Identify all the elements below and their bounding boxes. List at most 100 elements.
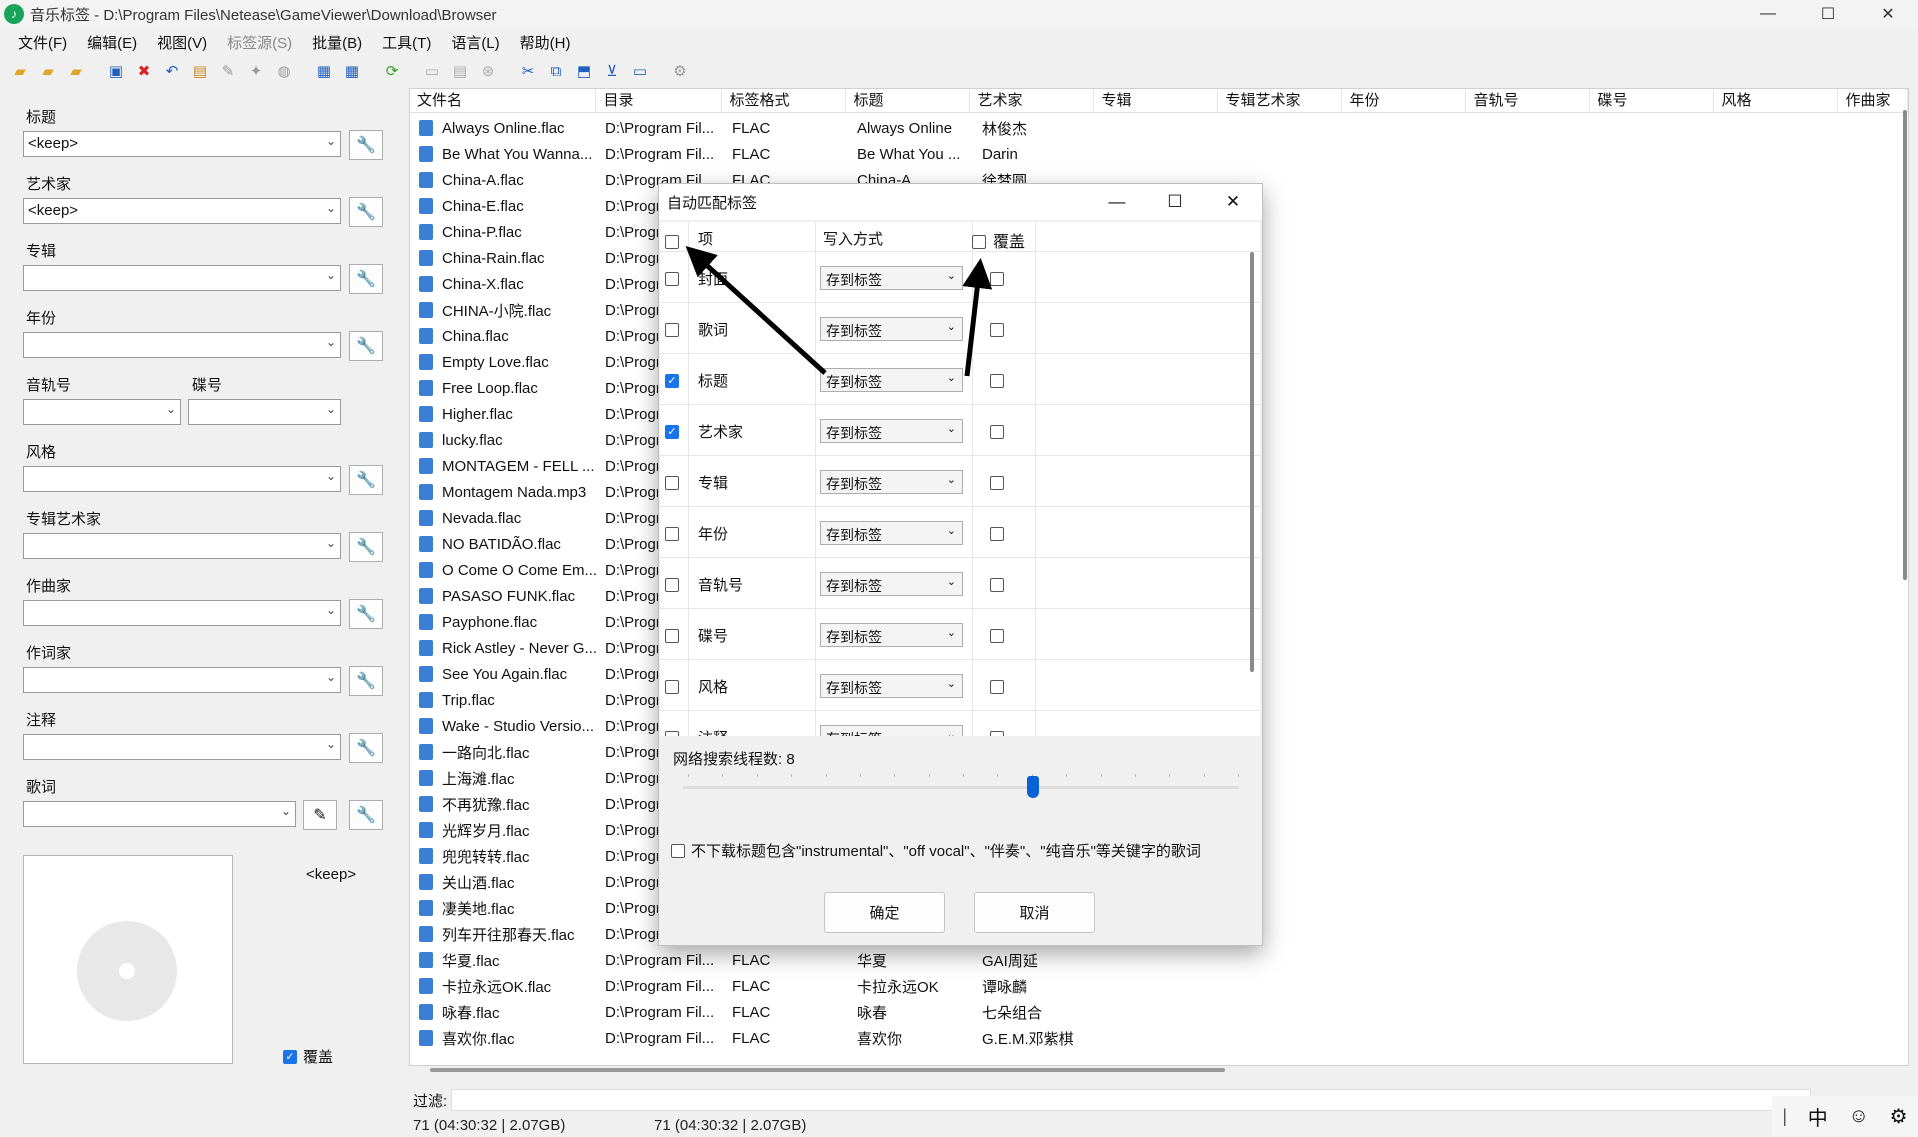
lyricist-combo[interactable]: ⌄	[23, 667, 341, 693]
gear-icon[interactable]: ⚙	[668, 60, 692, 82]
menu-file[interactable]: 文件(F)	[0, 32, 77, 53]
ok-button[interactable]: 确定	[824, 892, 945, 933]
magic-icon[interactable]: ✦	[244, 60, 268, 82]
overwrite-checkbox[interactable]	[990, 627, 1004, 644]
field-checkbox[interactable]	[665, 474, 679, 491]
vertical-scrollbar[interactable]	[1903, 110, 1907, 580]
field-checkbox[interactable]	[665, 678, 679, 695]
open-folder-icon[interactable]: ▰	[8, 60, 32, 82]
dialog-maximize-button[interactable]: ☐	[1146, 184, 1204, 220]
lyricist-wrench-button[interactable]: 🔧	[349, 666, 383, 696]
col-album[interactable]: 专辑	[1094, 89, 1219, 113]
col-year[interactable]: 年份	[1342, 89, 1467, 113]
maximize-button[interactable]: ☐	[1798, 0, 1858, 28]
menu-language[interactable]: 语言(L)	[441, 32, 509, 53]
save-icon[interactable]: ▣	[104, 60, 128, 82]
genre-wrench-button[interactable]: 🔧	[349, 465, 383, 495]
cancel-button[interactable]: 取消	[974, 892, 1095, 933]
close-button[interactable]: ✕	[1858, 0, 1918, 28]
field-checkbox[interactable]	[665, 576, 679, 593]
write-mode-select[interactable]: 存到标签 ⌄	[820, 521, 963, 545]
threads-slider-track[interactable]	[683, 786, 1239, 789]
file-row[interactable]: 咏春.flac D:\Program Fil... FLAC 咏春 七朵组合	[410, 999, 1100, 1025]
field-checkbox[interactable]: ✓	[665, 423, 679, 440]
dialog-minimize-button[interactable]: —	[1088, 184, 1146, 220]
field-checkbox[interactable]	[665, 270, 679, 287]
field-checkbox[interactable]	[665, 321, 679, 338]
overwrite-checkbox[interactable]	[990, 525, 1004, 542]
tag-list-icon[interactable]: ▤	[448, 60, 472, 82]
refresh-icon[interactable]: ⟳	[380, 60, 404, 82]
wrench-tool-icon[interactable]: ✎	[216, 60, 240, 82]
grid-view-icon[interactable]: ▦	[312, 60, 336, 82]
field-checkbox[interactable]: ✓	[665, 372, 679, 389]
settings-icon[interactable]: ⚙	[1890, 1104, 1908, 1129]
lyrics-edit-button[interactable]: ✎	[303, 800, 337, 830]
genre-combo[interactable]: ⌄	[23, 466, 341, 492]
write-mode-select[interactable]: 存到标签 ⌄	[820, 623, 963, 647]
filter-icon[interactable]: ⊻	[600, 60, 624, 82]
col-directory[interactable]: 目录	[596, 89, 723, 113]
folders-icon[interactable]: ▰	[64, 60, 88, 82]
write-mode-select[interactable]: 存到标签 ⌄	[820, 725, 963, 736]
year-wrench-button[interactable]: 🔧	[349, 331, 383, 361]
dialog-scrollbar[interactable]	[1250, 252, 1254, 672]
title-combo[interactable]: <keep> ⌄	[23, 131, 341, 157]
track-combo[interactable]: ⌄	[23, 399, 181, 425]
file-row[interactable]: Be What You Wanna... D:\Program Fil... FLA…	[410, 141, 1100, 167]
emoji-icon[interactable]: ☺	[1849, 1105, 1869, 1128]
menu-edit[interactable]: 编辑(E)	[77, 32, 147, 53]
write-mode-select[interactable]: 存到标签 ⌄	[820, 674, 963, 698]
write-mode-select[interactable]: 存到标签 ⌄	[820, 266, 963, 290]
minimize-button[interactable]: —	[1738, 0, 1798, 28]
overwrite-checkbox[interactable]	[990, 576, 1004, 593]
title-wrench-button[interactable]: 🔧	[349, 130, 383, 160]
menu-batch[interactable]: 批量(B)	[302, 32, 372, 53]
col-title[interactable]: 标题	[846, 89, 971, 113]
col-genre[interactable]: 风格	[1714, 89, 1839, 113]
settings-tool-icon[interactable]: ✂	[516, 60, 540, 82]
convert-icon[interactable]: ⊛	[476, 60, 500, 82]
col-filename[interactable]: 文件名	[410, 89, 597, 113]
lyrics-wrench-button[interactable]: 🔧	[349, 800, 383, 830]
table-view-icon[interactable]: ▦	[340, 60, 364, 82]
album-combo[interactable]: ⌄	[23, 265, 341, 291]
col-track[interactable]: 音轨号	[1466, 89, 1591, 113]
book-icon[interactable]: ▤	[188, 60, 212, 82]
col-artist[interactable]: 艺术家	[970, 89, 1095, 113]
export-icon[interactable]: ⬒	[572, 60, 596, 82]
comment-wrench-button[interactable]: 🔧	[349, 733, 383, 763]
artist-combo[interactable]: <keep> ⌄	[23, 198, 341, 224]
overwrite-checkbox[interactable]	[990, 729, 1004, 736]
col-tag-format[interactable]: 标签格式	[722, 89, 847, 113]
add-folder-icon[interactable]: ▰	[36, 60, 60, 82]
file-row[interactable]: 华夏.flac D:\Program Fil... FLAC 华夏 GAI周延	[410, 947, 1100, 973]
undo-icon[interactable]: ↶	[160, 60, 184, 82]
overwrite-checkbox[interactable]	[990, 678, 1004, 695]
composer-combo[interactable]: ⌄	[23, 600, 341, 626]
write-mode-select[interactable]: 存到标签 ⌄	[820, 470, 963, 494]
write-mode-select[interactable]: 存到标签 ⌄	[820, 419, 963, 443]
copy-icon[interactable]: ⧉	[544, 60, 568, 82]
cover-art-box[interactable]	[23, 855, 233, 1064]
skip-instrumental-option[interactable]: 不下载标题包含"instrumental"、"off vocal"、"伴奏"、"…	[671, 840, 1201, 861]
tag-icon[interactable]: ▭	[420, 60, 444, 82]
overwrite-checkbox[interactable]	[990, 372, 1004, 389]
overwrite-checkbox[interactable]	[990, 270, 1004, 287]
cover-overwrite-checkbox[interactable]: ✓ 覆盖	[283, 1046, 333, 1067]
composer-wrench-button[interactable]: 🔧	[349, 599, 383, 629]
col-disc[interactable]: 碟号	[1590, 89, 1715, 113]
window-icon[interactable]: ▭	[628, 60, 652, 82]
album-artist-wrench-button[interactable]: 🔧	[349, 532, 383, 562]
year-combo[interactable]: ⌄	[23, 332, 341, 358]
dialog-close-button[interactable]: ✕	[1204, 184, 1262, 220]
overwrite-checkbox[interactable]	[990, 474, 1004, 491]
horizontal-scrollbar[interactable]	[430, 1068, 1225, 1072]
col-album-artist[interactable]: 专辑艺术家	[1218, 89, 1343, 113]
write-mode-select[interactable]: 存到标签 ⌄	[820, 317, 963, 341]
menu-view[interactable]: 视图(V)	[147, 32, 217, 53]
file-row[interactable]: Always Online.flac D:\Program Fil... FLAC A…	[410, 115, 1100, 141]
overwrite-checkbox[interactable]	[990, 321, 1004, 338]
write-mode-select[interactable]: 存到标签 ⌄	[820, 368, 963, 392]
menu-tag-source[interactable]: 标签源(S)	[217, 32, 302, 53]
